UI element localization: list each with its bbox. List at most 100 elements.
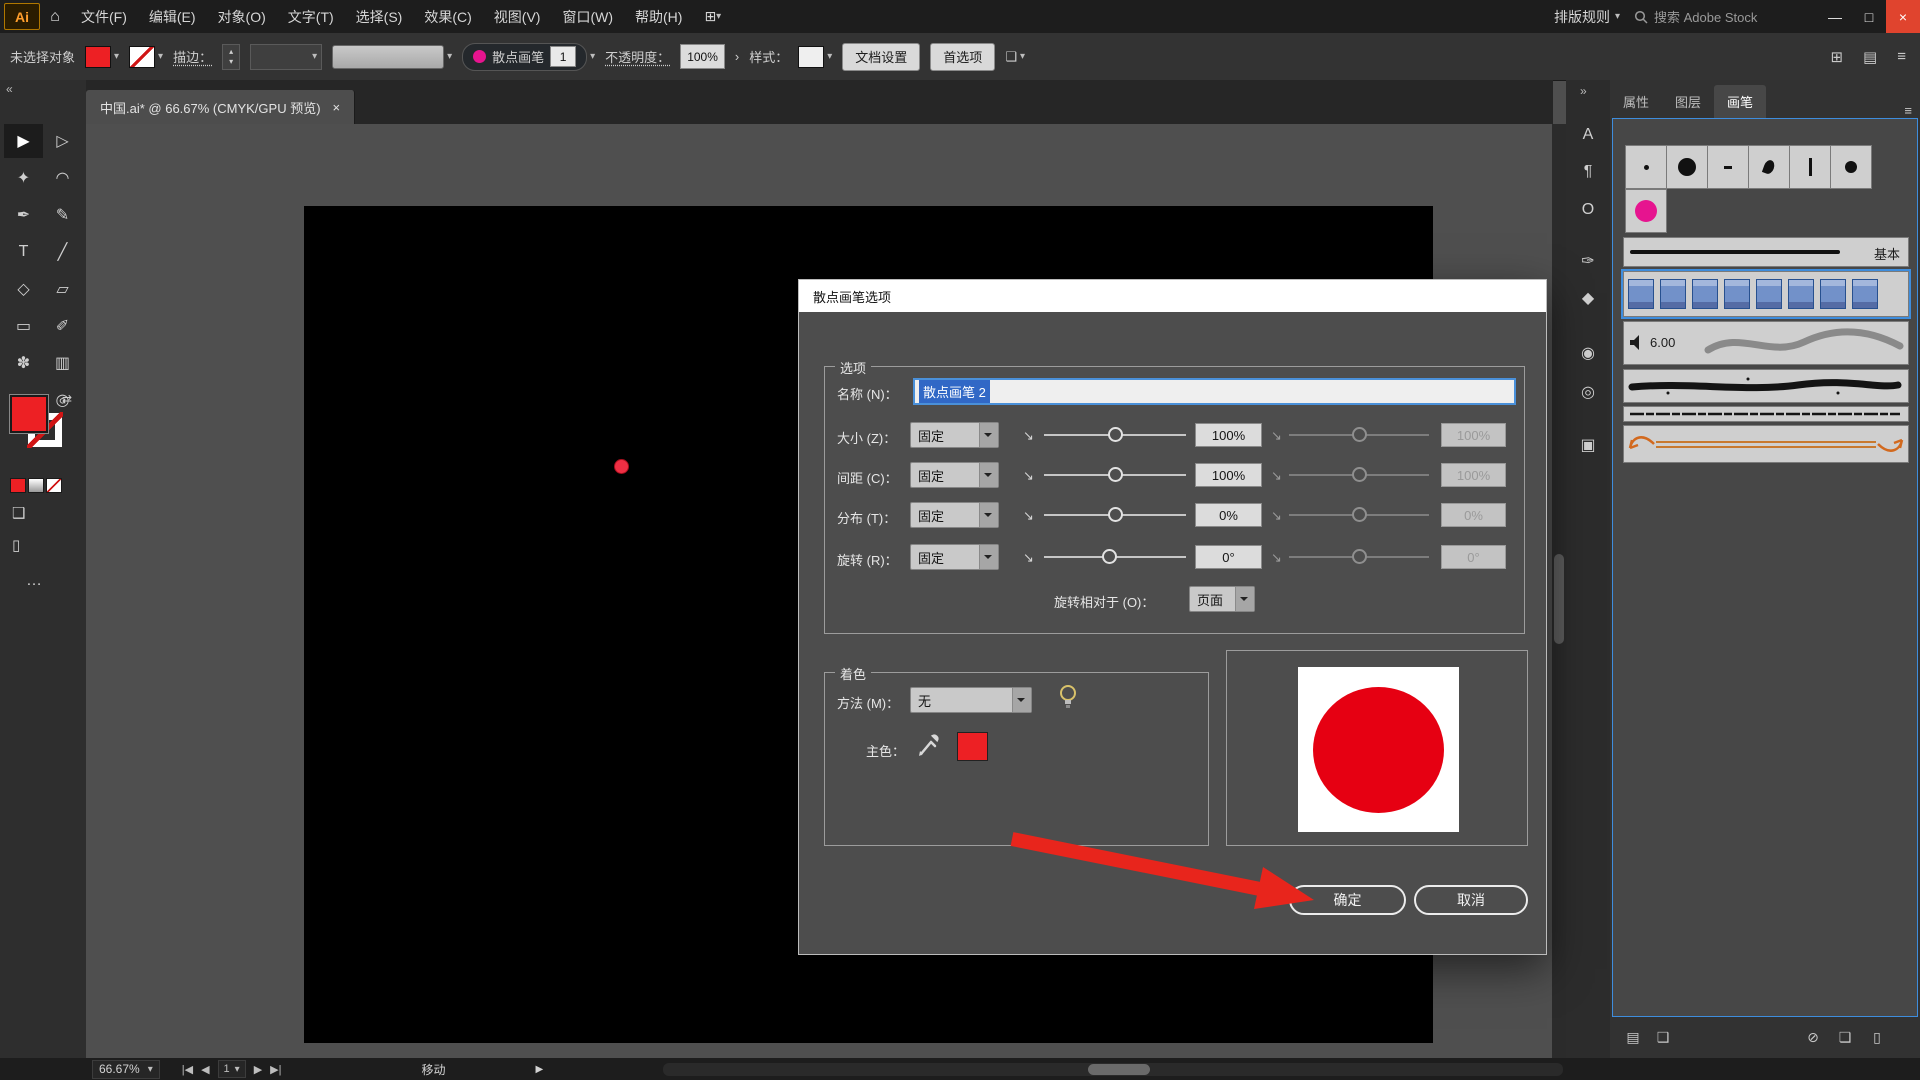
tab-properties[interactable]: 属性 <box>1610 85 1662 118</box>
scatter-dot-object[interactable] <box>614 459 629 474</box>
rectangle-tool[interactable]: ▭ <box>4 309 43 343</box>
rotation-relative-select[interactable]: 页面 <box>1189 586 1255 612</box>
tab-close-icon[interactable]: × <box>333 100 341 115</box>
type-tool[interactable]: T <box>4 235 43 269</box>
workspace-layout-icon[interactable]: ⊞ ▾ <box>693 0 732 33</box>
scatter-slider[interactable] <box>1044 502 1186 528</box>
menu-file[interactable]: 文件(F) <box>70 0 138 33</box>
first-artboard-icon[interactable]: |◀ <box>182 1063 193 1076</box>
key-color-swatch[interactable] <box>957 732 988 761</box>
menu-effect[interactable]: 效果(C) <box>413 0 482 33</box>
eyedropper-tool[interactable]: ✐ <box>43 309 82 343</box>
none-button[interactable] <box>46 478 62 493</box>
size-mode-select[interactable]: 固定 <box>910 422 999 448</box>
panel-menu-icon[interactable]: ≡ <box>1904 103 1912 118</box>
opentype-panel-icon[interactable]: O <box>1566 193 1610 227</box>
stroke-weight-select[interactable]: ▾ <box>250 44 322 70</box>
fill-proxy-swatch[interactable] <box>10 395 48 433</box>
tab-layers[interactable]: 图层 <box>1662 85 1714 118</box>
rotation-slider[interactable] <box>1044 544 1186 570</box>
gradient-button[interactable] <box>28 478 44 493</box>
vertical-scrollbar-thumb[interactable] <box>1554 554 1564 644</box>
brush-item-rough[interactable] <box>1623 369 1909 403</box>
brush-item-arrow[interactable] <box>1623 425 1909 463</box>
menu-window[interactable]: 窗口(W) <box>551 0 624 33</box>
spacing-slider[interactable] <box>1044 462 1186 488</box>
stepper-up-icon[interactable]: ▴ <box>229 48 233 55</box>
chevron-right-icon[interactable]: › <box>735 49 739 64</box>
screen-mode-icon[interactable]: ▯ <box>12 536 20 554</box>
graph-tool[interactable]: ▥ <box>43 346 82 380</box>
isolate-icon[interactable]: ❑ ▾ <box>1005 49 1025 65</box>
brush-item[interactable] <box>1748 145 1790 189</box>
play-icon[interactable]: ▶ <box>536 1064 544 1075</box>
maximize-button[interactable]: □ <box>1852 0 1886 33</box>
appearance-panel-icon[interactable]: ◉ <box>1566 336 1610 370</box>
brush-definition[interactable]: 散点画笔 1 ▾ <box>462 43 595 71</box>
brush-item-scatter-1[interactable] <box>1625 189 1667 233</box>
last-artboard-icon[interactable]: ▶| <box>270 1063 281 1076</box>
color-button[interactable] <box>10 478 26 493</box>
brush-item[interactable] <box>1666 145 1708 189</box>
collapse-toolbar-icon[interactable]: « <box>6 82 13 96</box>
stepper-down-icon[interactable]: ▾ <box>229 58 233 65</box>
eyedropper-icon[interactable] <box>917 732 941 758</box>
brush-item-scatter-2-selected[interactable] <box>1623 271 1909 317</box>
paragraph-panel-icon[interactable]: ¶ <box>1566 155 1610 189</box>
brush-libraries-icon[interactable]: ▤ <box>1620 1026 1646 1048</box>
colorization-tips-icon[interactable] <box>1057 683 1079 713</box>
symbol-sprayer-tool[interactable]: ✽ <box>4 346 43 380</box>
artboard-select[interactable]: 1 ▾ <box>218 1060 246 1078</box>
character-panel-icon[interactable]: A <box>1566 118 1610 152</box>
fill-swatch[interactable] <box>85 46 111 68</box>
tab-brushes[interactable]: 画笔 <box>1714 85 1766 118</box>
spacing-value[interactable]: 100% <box>1195 463 1262 487</box>
menu-view[interactable]: 视图(V) <box>483 0 552 33</box>
stroke-weight-label[interactable]: 描边： <box>173 47 212 66</box>
swap-fill-stroke-icon[interactable]: ⇄ <box>62 392 72 406</box>
selection-tool[interactable]: ▶ <box>4 124 43 158</box>
fill-color-control[interactable]: ▾ <box>85 46 119 68</box>
menu-select[interactable]: 选择(S) <box>345 0 414 33</box>
menu-type[interactable]: 文字(T) <box>277 0 345 33</box>
glyphs-panel-icon[interactable]: ✑ <box>1566 244 1610 278</box>
vertical-scrollbar[interactable] <box>1552 124 1566 1058</box>
pen-tool[interactable]: ✒ <box>4 198 43 232</box>
pencil-tool[interactable]: ▱ <box>43 272 82 306</box>
libraries-panel-icon[interactable]: ▣ <box>1566 428 1610 462</box>
cancel-button[interactable]: 取消 <box>1414 885 1528 915</box>
horizontal-scrollbar[interactable] <box>663 1063 1563 1076</box>
stroke-color-control[interactable]: ▾ <box>129 46 163 68</box>
brush-row-basic[interactable]: 基本 <box>1623 237 1909 267</box>
horizontal-scrollbar-thumb[interactable] <box>1088 1064 1150 1075</box>
menu-object[interactable]: 对象(O) <box>207 0 277 33</box>
arrange-documents-icon[interactable]: ⊞ <box>1830 48 1843 66</box>
menu-help[interactable]: 帮助(H) <box>624 0 693 33</box>
align-options-icon[interactable]: ▤ <box>1863 48 1877 66</box>
scatter-value[interactable]: 0% <box>1195 503 1262 527</box>
typeset-rules-dropdown[interactable]: 排版规则 ▾ <box>1554 7 1620 27</box>
curvature-tool[interactable]: ✎ <box>43 198 82 232</box>
delete-brush-icon[interactable]: ▯ <box>1864 1026 1890 1048</box>
stock-search-input[interactable]: 搜索 Adobe Stock <box>1634 7 1804 26</box>
size-slider[interactable] <box>1044 422 1186 448</box>
method-select[interactable]: 无 <box>910 687 1032 713</box>
prev-artboard-icon[interactable]: ◀ <box>201 1063 209 1076</box>
graphic-style-control[interactable]: ▾ <box>798 46 832 68</box>
home-icon[interactable]: ⌂ <box>40 8 70 26</box>
minimize-button[interactable]: — <box>1818 0 1852 33</box>
close-button[interactable]: × <box>1886 0 1920 33</box>
opacity-label[interactable]: 不透明度： <box>605 47 670 66</box>
stroke-weight-stepper[interactable]: ▴ ▾ <box>222 44 240 70</box>
document-setup-button[interactable]: 文档设置 <box>842 43 920 71</box>
drawing-modes-icon[interactable]: ❑ <box>12 504 25 522</box>
lasso-tool[interactable]: ◠ <box>43 161 82 195</box>
app-logo[interactable]: Ai <box>4 3 40 30</box>
style-swatch[interactable] <box>798 46 824 68</box>
panel-menu-icon[interactable]: ≡ <box>1897 48 1906 65</box>
brush-item[interactable] <box>1789 145 1831 189</box>
document-tab[interactable]: 中国.ai* @ 66.67% (CMYK/GPU 预览) × <box>86 90 355 124</box>
brush-item-charcoal[interactable]: 6.00 <box>1623 321 1909 365</box>
rotation-mode-select[interactable]: 固定 <box>910 544 999 570</box>
zoom-select[interactable]: 66.67% ▾ <box>92 1060 160 1079</box>
